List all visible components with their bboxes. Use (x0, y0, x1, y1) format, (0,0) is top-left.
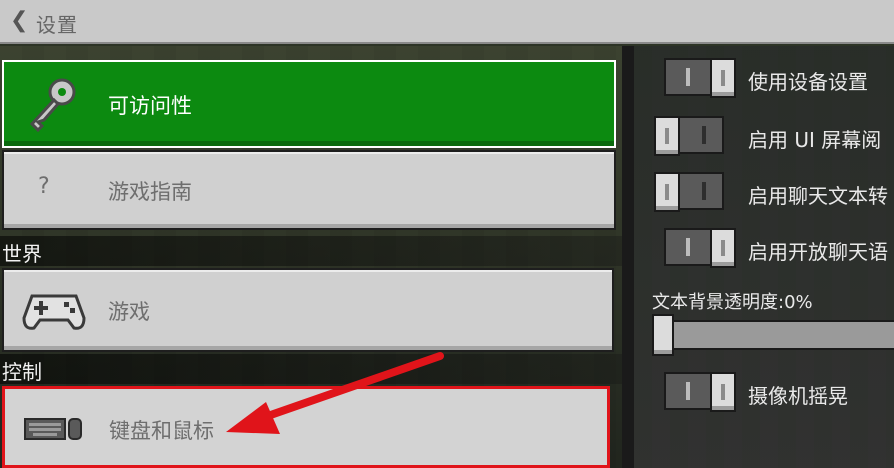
text-background-opacity-slider[interactable] (656, 320, 894, 350)
top-bar: ❮ 设置 (0, 0, 894, 44)
slider-handle[interactable] (652, 314, 674, 356)
setting-label: 启用聊天文本转 (748, 184, 888, 208)
setting-label: 启用开放聊天语 (748, 240, 888, 264)
sidebar-item-label: 可访问性 (108, 94, 192, 118)
setting-label: 摄像机摇晃 (748, 384, 848, 408)
sidebar-item-label: 游戏 (108, 300, 150, 324)
section-header-controls: 控制 (0, 354, 622, 384)
toggle-open-chat-voice[interactable] (664, 228, 736, 268)
text-background-opacity-label: 文本背景透明度:0% (652, 292, 813, 313)
panel-divider (622, 46, 634, 468)
toggle-chat-text-to-speech[interactable] (654, 172, 724, 212)
setting-label: 使用设备设置 (748, 70, 868, 94)
sidebar-item-accessibility[interactable]: 可访问性 (2, 60, 616, 148)
chevron-left-icon[interactable]: ❮ (10, 8, 28, 33)
sidebar-item-keyboard-mouse[interactable]: 键盘和鼠标 (2, 386, 610, 468)
question-icon: ? (38, 174, 50, 199)
toggle-ui-screen-reader[interactable] (654, 116, 724, 156)
section-header-world: 世界 (0, 236, 622, 266)
sidebar-item-label: 游戏指南 (108, 180, 192, 204)
sidebar-item-game-guide[interactable]: ? 游戏指南 (2, 150, 616, 230)
keyboard-mouse-icon (24, 418, 82, 440)
sidebar-item-game[interactable]: 游戏 (2, 268, 614, 352)
toggle-use-device-settings[interactable] (664, 58, 736, 98)
key-icon (29, 78, 76, 133)
page-title: 设置 (36, 13, 78, 37)
setting-label: 启用 UI 屏幕阅 (748, 128, 882, 152)
sidebar-item-label: 键盘和鼠标 (109, 419, 214, 443)
gamepad-icon (22, 294, 86, 330)
toggle-camera-shake[interactable] (664, 372, 736, 412)
